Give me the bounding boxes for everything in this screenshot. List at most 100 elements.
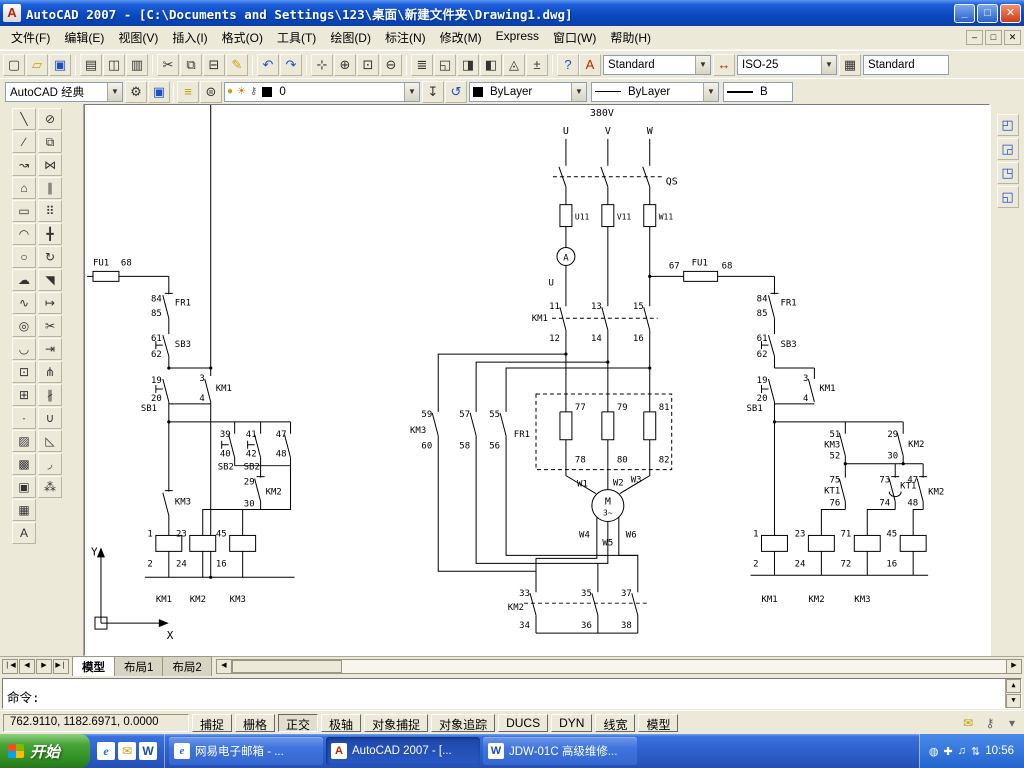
hatch-tool[interactable]: ▨ <box>12 430 36 452</box>
network-tray-icon[interactable]: ⇅ <box>971 745 980 758</box>
layer-on-bulb-icon[interactable]: ● <box>227 86 233 97</box>
ellipse-arc-tool[interactable]: ◡ <box>12 338 36 360</box>
status-toggle-osnap[interactable]: 对象捕捉 <box>364 714 428 732</box>
arc-tool[interactable]: ◠ <box>12 223 36 245</box>
save-button[interactable]: ▣ <box>49 54 71 76</box>
scroll-left-icon[interactable]: ◀ <box>216 659 232 674</box>
chevron-down-icon[interactable]: ▼ <box>571 83 586 101</box>
designcenter-button[interactable]: ◱ <box>434 54 456 76</box>
scrollbar-thumb[interactable] <box>232 660 342 673</box>
status-toggle-model[interactable]: 模型 <box>638 714 678 732</box>
chevron-down-icon[interactable]: ▼ <box>107 83 122 101</box>
workspace-settings-icon[interactable]: ⚙ <box>125 81 147 103</box>
status-toggle-snap[interactable]: 捕捉 <box>192 714 232 732</box>
word-quicklaunch-icon[interactable]: W <box>139 742 157 760</box>
table-style-combo[interactable]: Standard <box>863 55 949 75</box>
spline-tool[interactable]: ∿ <box>12 292 36 314</box>
array-tool[interactable]: ⠿ <box>38 200 62 222</box>
text-style-combo[interactable]: Standard ▼ <box>603 55 711 75</box>
break-tool[interactable]: ∦ <box>38 384 62 406</box>
menu-item[interactable]: 工具(T) <box>270 26 323 49</box>
tool-palettes-button[interactable]: ◨ <box>457 54 479 76</box>
move-tool[interactable]: ╋ <box>38 223 62 245</box>
menu-item[interactable]: 标注(N) <box>378 26 433 49</box>
region-tool[interactable]: ▣ <box>12 476 36 498</box>
copy-tool[interactable]: ⧉ <box>38 131 62 153</box>
menu-item[interactable]: 插入(I) <box>165 26 214 49</box>
status-tray-menu-icon[interactable]: ▾ <box>1003 714 1021 732</box>
restore-button[interactable]: □ <box>977 4 998 23</box>
close-button[interactable]: ✕ <box>1000 4 1021 23</box>
scroll-right-icon[interactable]: ▶ <box>1006 659 1022 674</box>
command-scrollbar[interactable]: ▲ ▼ <box>1005 679 1021 708</box>
markup-set-manager-button[interactable]: ◬ <box>503 54 525 76</box>
menu-item[interactable]: 修改(M) <box>433 26 489 49</box>
properties-button[interactable]: ≣ <box>411 54 433 76</box>
open-button[interactable]: ▱ <box>26 54 48 76</box>
scroll-down-icon[interactable]: ▼ <box>1006 694 1021 708</box>
status-toggle-lwt[interactable]: 线宽 <box>595 714 635 732</box>
menu-item[interactable]: 视图(V) <box>111 26 165 49</box>
explode-tool[interactable]: ⁂ <box>38 476 62 498</box>
plot-preview-button[interactable]: ◫ <box>103 54 125 76</box>
erase-tool[interactable]: ⊘ <box>38 108 62 130</box>
status-toggle-ortho[interactable]: 正交 <box>278 714 318 732</box>
color-combo[interactable]: ByLayer ▼ <box>469 82 587 102</box>
tab-nav-next-button[interactable]: ▶ <box>36 659 52 674</box>
break-at-point-tool[interactable]: ⋔ <box>38 361 62 383</box>
construction-line-tool[interactable]: ∕ <box>12 131 36 153</box>
menu-item[interactable]: 帮助(H) <box>603 26 658 49</box>
dim-style-combo[interactable]: ISO-25 ▼ <box>737 55 837 75</box>
tab-model[interactable]: 模型 <box>72 656 115 677</box>
sheet-set-manager-button[interactable]: ◧ <box>480 54 502 76</box>
zoom-realtime-button[interactable]: ⊕ <box>334 54 356 76</box>
antivirus-tray-icon[interactable]: ✚ <box>944 745 953 758</box>
pan-button[interactable]: ⊹ <box>311 54 333 76</box>
mdi-restore-button[interactable]: □ <box>985 30 1002 45</box>
communication-center-icon[interactable]: ✉ <box>959 714 977 732</box>
layer-previous-icon[interactable]: ↺ <box>445 81 467 103</box>
table-tool[interactable]: ▦ <box>12 499 36 521</box>
scale-tool[interactable]: ◥ <box>38 269 62 291</box>
chamfer-tool[interactable]: ◺ <box>38 430 62 452</box>
rotate-tool[interactable]: ↻ <box>38 246 62 268</box>
im-tray-icon[interactable]: ◍ <box>929 745 939 758</box>
extend-tool[interactable]: ⇥ <box>38 338 62 360</box>
make-block-tool[interactable]: ⊞ <box>12 384 36 406</box>
cut-button[interactable]: ✂ <box>157 54 179 76</box>
fillet-tool[interactable]: ◞ <box>38 453 62 475</box>
join-tool[interactable]: ∪ <box>38 407 62 429</box>
redo-button[interactable]: ↷ <box>280 54 302 76</box>
point-tool[interactable]: ∙ <box>12 407 36 429</box>
mirror-tool[interactable]: ⋈ <box>38 154 62 176</box>
minimize-button[interactable]: _ <box>954 4 975 23</box>
model-space-canvas[interactable]: 380VUVWQSU11V11W11AU67FU168111315KM11214… <box>84 104 990 656</box>
menu-item[interactable]: 编辑(E) <box>57 26 111 49</box>
menu-item[interactable]: 格式(O) <box>215 26 270 49</box>
polyline-tool[interactable]: ↝ <box>12 154 36 176</box>
draw-order-send-to-back-button[interactable]: ◲ <box>997 138 1019 160</box>
menu-item[interactable]: 文件(F) <box>4 26 57 49</box>
status-toggle-polar[interactable]: 极轴 <box>321 714 361 732</box>
toolbar-lock-icon[interactable]: ⚷ <box>981 714 999 732</box>
copy-button[interactable]: ⧉ <box>180 54 202 76</box>
undo-button[interactable]: ↶ <box>257 54 279 76</box>
layer-properties-manager-icon[interactable]: ≡ <box>177 81 199 103</box>
tab-layout2[interactable]: 布局2 <box>162 656 211 677</box>
zoom-previous-button[interactable]: ⊖ <box>380 54 402 76</box>
tab-layout1[interactable]: 布局1 <box>114 656 163 677</box>
publish-button[interactable]: ▥ <box>126 54 148 76</box>
plot-button[interactable]: ▤ <box>80 54 102 76</box>
menu-item[interactable]: Express <box>489 26 546 49</box>
workspace-combo[interactable]: AutoCAD 经典 ▼ <box>5 82 123 102</box>
ellipse-tool[interactable]: ◎ <box>12 315 36 337</box>
status-toggle-dyn[interactable]: DYN <box>551 714 592 732</box>
taskbar-task[interactable]: AAutoCAD 2007 - [... <box>326 737 480 765</box>
taskbar-task[interactable]: WJDW-01C 高级维修... <box>483 737 637 765</box>
scrollbar-track[interactable] <box>232 659 1006 674</box>
draw-order-bring-to-front-button[interactable]: ◰ <box>997 114 1019 136</box>
tab-nav-last-button[interactable]: ▶❘ <box>53 659 69 674</box>
taskbar-task[interactable]: e网易电子邮箱 - ... <box>169 737 323 765</box>
save-workspace-icon[interactable]: ▣ <box>148 81 170 103</box>
offset-tool[interactable]: ∥ <box>38 177 62 199</box>
